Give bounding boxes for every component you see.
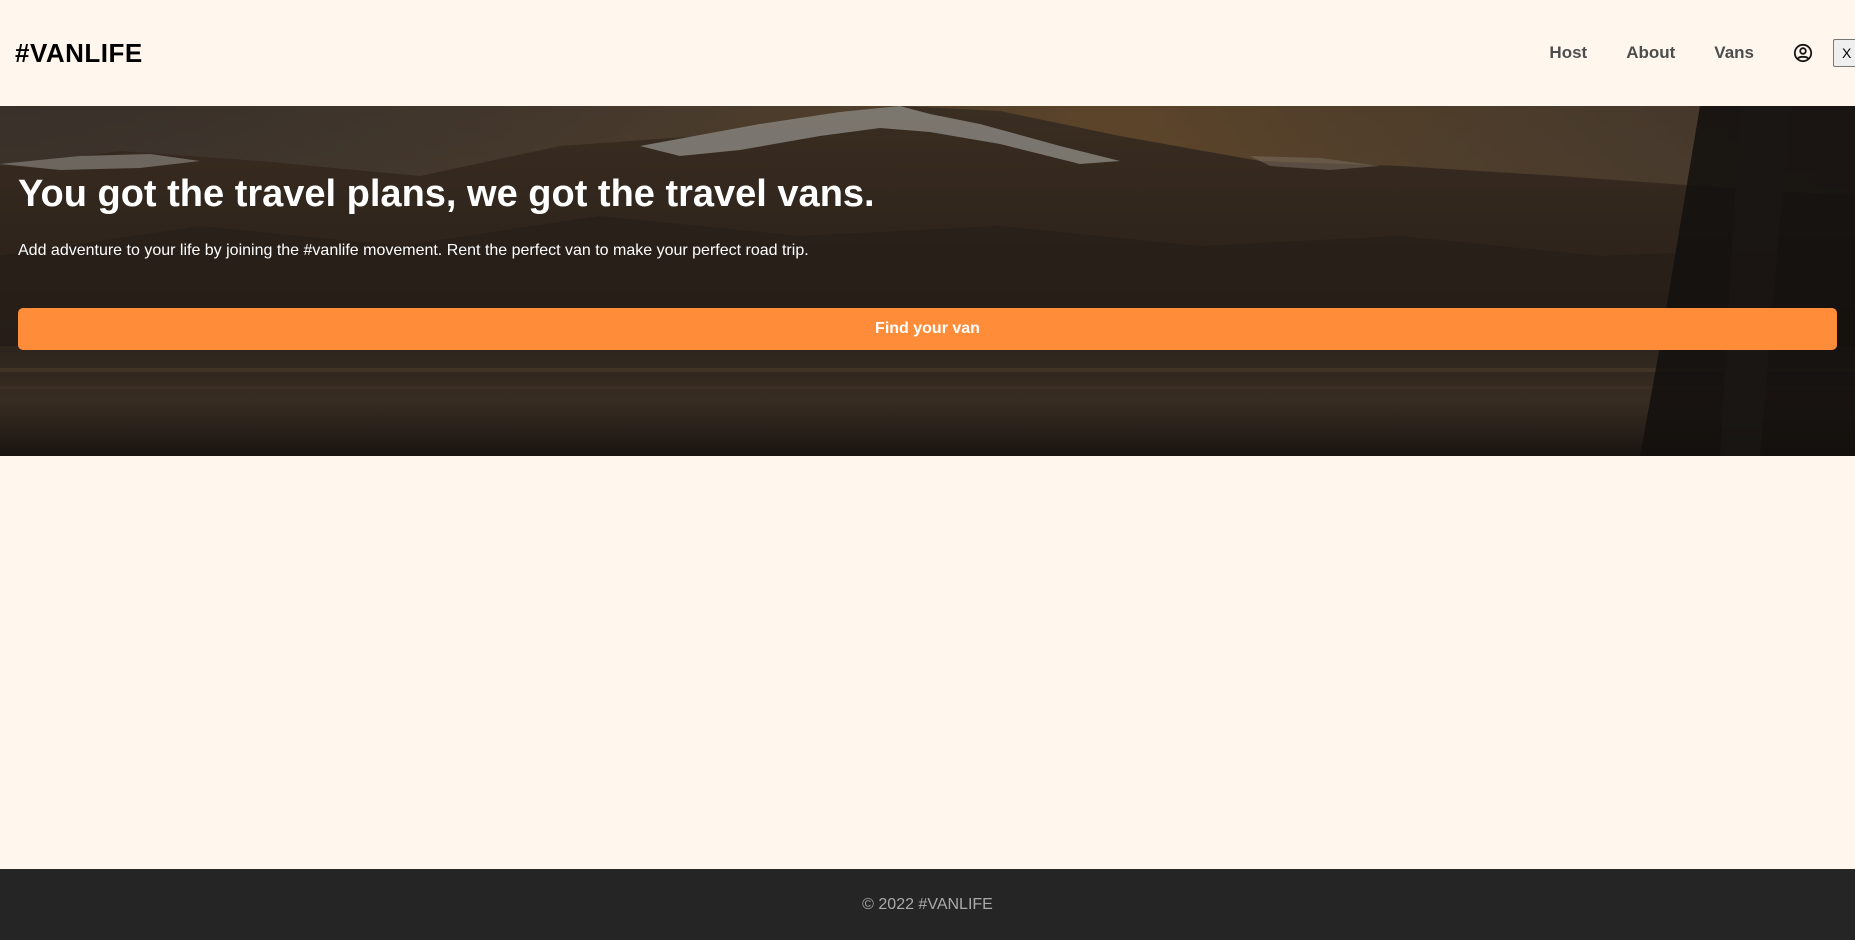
find-your-van-button[interactable]: Find your van [18, 308, 1837, 350]
nav-link-host[interactable]: Host [1549, 43, 1587, 63]
site-logo[interactable]: #VANLIFE [15, 38, 143, 69]
site-header: #VANLIFE Host About Vans X [0, 0, 1855, 106]
hero-section: You got the travel plans, we got the tra… [0, 106, 1855, 456]
footer-copyright: © 2022 #VANLIFE [862, 895, 993, 913]
hero-subtitle: Add adventure to your life by joining th… [18, 242, 809, 259]
user-circle-icon[interactable] [1793, 43, 1813, 63]
nav-link-vans[interactable]: Vans [1714, 43, 1754, 63]
page: #VANLIFE Host About Vans X You got the t… [0, 0, 1855, 940]
nav-link-about[interactable]: About [1626, 43, 1675, 63]
hero-overlay [0, 106, 1855, 456]
main-nav: Host About Vans X [1549, 0, 1855, 106]
site-footer: © 2022 #VANLIFE [0, 869, 1855, 940]
hero-title: You got the travel plans, we got the tra… [18, 173, 875, 215]
logout-button[interactable]: X [1833, 39, 1855, 67]
